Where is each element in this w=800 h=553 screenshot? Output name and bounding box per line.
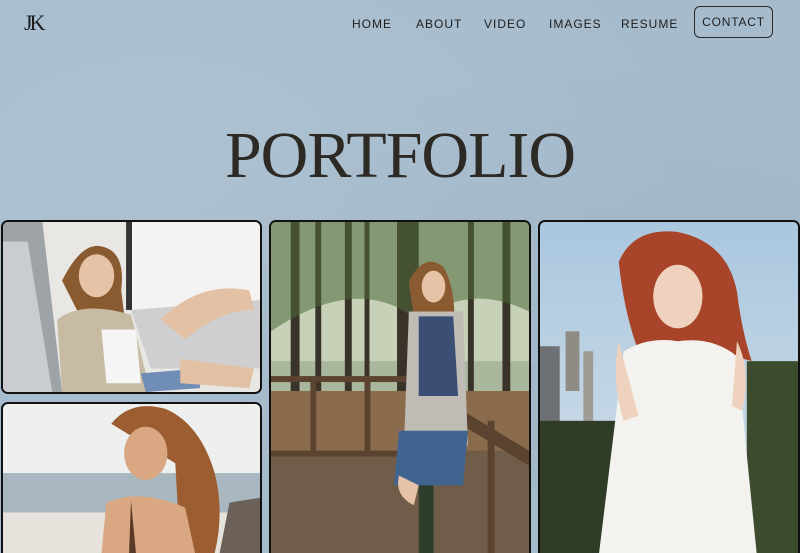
- photo-car-model[interactable]: [1, 220, 262, 394]
- photo-forest-model[interactable]: [269, 220, 531, 553]
- photo-city-model[interactable]: [538, 220, 800, 553]
- nav-video[interactable]: VIDEO: [484, 17, 526, 31]
- main-nav: HOME ABOUT VIDEO IMAGES RESUME CONTACT: [0, 0, 800, 50]
- nav-about[interactable]: ABOUT: [416, 17, 462, 31]
- nav-images[interactable]: IMAGES: [549, 17, 602, 31]
- nav-home[interactable]: HOME: [352, 17, 392, 31]
- page-title: PORTFOLIO: [224, 119, 576, 192]
- contact-button[interactable]: CONTACT: [694, 6, 773, 38]
- photo-beach-model[interactable]: [1, 402, 262, 553]
- nav-resume[interactable]: RESUME: [621, 17, 678, 31]
